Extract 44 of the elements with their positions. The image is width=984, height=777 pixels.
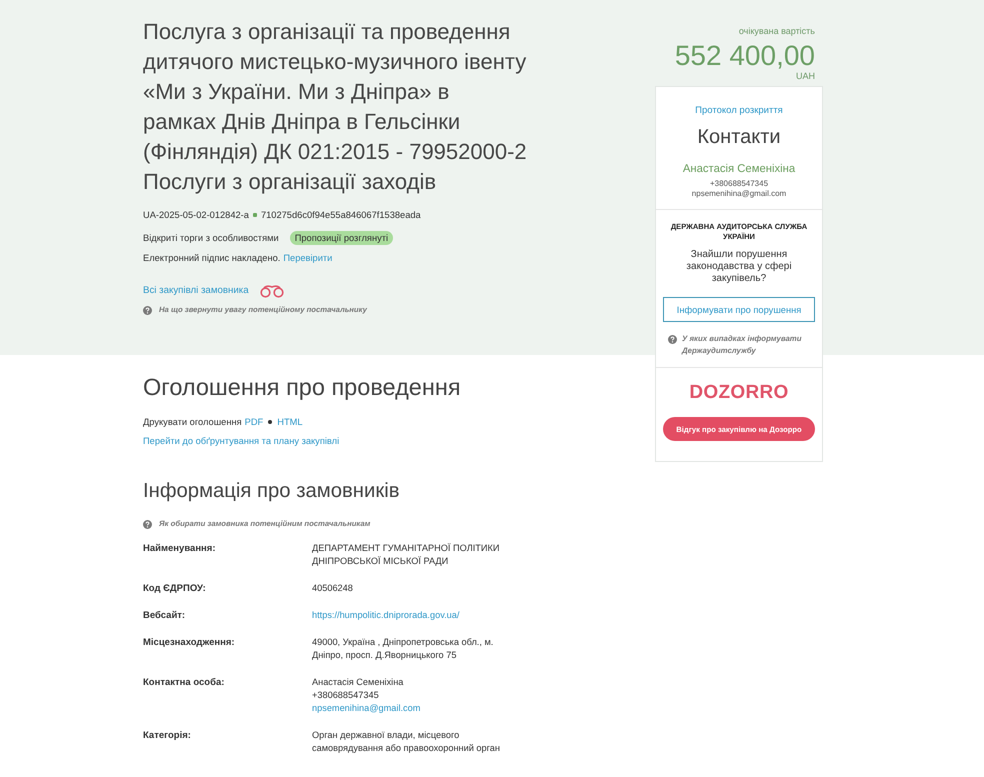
help-icon — [143, 306, 152, 314]
field-label: Код ЄДРПОУ: — [143, 582, 207, 595]
section-title: Оголошення про проведення — [143, 373, 461, 401]
field-value-link[interactable]: npsemenihina@gmail.com — [312, 702, 420, 715]
plan-link[interactable]: Перейти до обґрунтування та плану закупівлі — [143, 436, 340, 446]
signature-text: Електронний підпис накладено. — [143, 252, 280, 265]
field-value: +380688547345 — [312, 689, 379, 702]
help-icon — [668, 335, 677, 344]
help-icon — [143, 520, 152, 528]
field-label: Місцезнаходження: — [143, 636, 236, 650]
tender-hash: 710275d6c0f94e55a846067f1538eada — [260, 209, 421, 222]
protocol-link[interactable]: Протокол розкриття — [695, 104, 783, 118]
contact-email: npsemenihina@gmail.com — [692, 189, 786, 199]
currency-label: UAH — [796, 71, 815, 81]
field-value-link[interactable]: https://humpolitic.dniprorada.gov.ua/ — [312, 609, 460, 622]
contact-name: Анастасія Семеніхіна — [682, 162, 796, 176]
print-format-link[interactable]: PDF — [244, 415, 264, 429]
field-label: Контактна особа: — [143, 676, 226, 690]
field-value: 49000, Україна , Дніпропетровська обл., м. Дніпро, просп. Д.Яворницького 75 — [312, 636, 494, 662]
expected-value-amount: 552 400,00 — [674, 41, 815, 71]
section-title: Інформація про замовників — [143, 479, 400, 504]
field-value: 40506248 — [312, 582, 353, 595]
tender-id: UA-2025-05-02-012842-a — [143, 209, 249, 222]
verify-link[interactable]: Перевірити — [283, 251, 332, 265]
binoculars-icon — [260, 284, 284, 298]
logo-text: DOZORRO — [689, 382, 789, 404]
contacts-title: Контакти — [697, 125, 781, 150]
status-badge: Пропозиції розглянуті — [290, 231, 394, 245]
procedure-type: Відкриті торги з особливостями — [143, 232, 279, 245]
field-value: ДЕПАРТАМЕНТ ГУМАНІТАРНОЇ ПОЛІТИКИ ДНІПРОВСЬКОЇ МІСЬКОЇ РАДИ — [312, 542, 500, 568]
expected-value-label: очікувана вартість — [738, 25, 815, 38]
field-value: Анастасія Семеніхіна — [312, 676, 404, 689]
field-label: Найменування: — [143, 542, 216, 556]
field-label: Категорія: — [143, 729, 192, 743]
print-format-link[interactable]: HTML — [277, 415, 303, 429]
contact-phone: +380688547345 — [710, 179, 768, 189]
field-value: Орган державної влади, місцевого самоврядування або правоохоронний орган — [312, 729, 501, 755]
report-violation-button[interactable]: Інформувати про порушення — [663, 297, 815, 322]
tender-title: Послуга з організації та проведення дитячого мистецько-музичного івенту «Ми з України. Ми з Дніпра» в рамках Днів Дніпра в Гельсінки (Фінляндія) ДК 021:2015 - 79952000-2 Послуги з організації заходів — [143, 18, 527, 196]
field-label: Вебсайт: — [143, 609, 186, 622]
audit-question: Знайшли порушення законодавства у сфері закупівель? — [685, 249, 793, 285]
print-label: Друкувати оголошення — [143, 416, 242, 429]
separator-dot-icon — [268, 420, 272, 424]
buyer-purchases-link[interactable]: Всі закупівлі замовника — [143, 284, 249, 298]
